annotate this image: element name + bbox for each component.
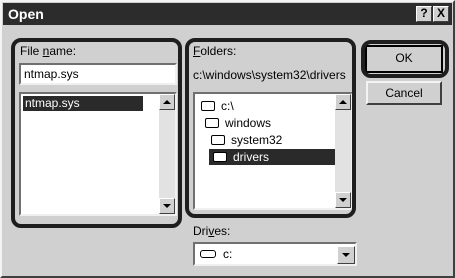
cancel-button[interactable]: Cancel — [366, 81, 442, 105]
open-dialog: Open ? X File name: ntmap.sys ntmap.sys … — [0, 0, 455, 278]
drives-dropdown-button[interactable] — [337, 246, 355, 264]
highlight-folders-section — [185, 38, 356, 218]
window-title: Open — [8, 6, 44, 22]
drives-value: c: — [223, 247, 233, 261]
close-button[interactable]: X — [433, 6, 449, 22]
highlight-file-name-section — [11, 38, 182, 228]
drives-select[interactable]: c: — [193, 242, 357, 266]
chevron-down-icon — [342, 253, 350, 257]
help-button[interactable]: ? — [416, 6, 432, 22]
title-bar[interactable]: Open ? X — [3, 3, 452, 25]
drives-label: Drives: — [193, 224, 231, 238]
drive-icon — [200, 250, 216, 258]
highlight-ok-button — [361, 40, 449, 78]
